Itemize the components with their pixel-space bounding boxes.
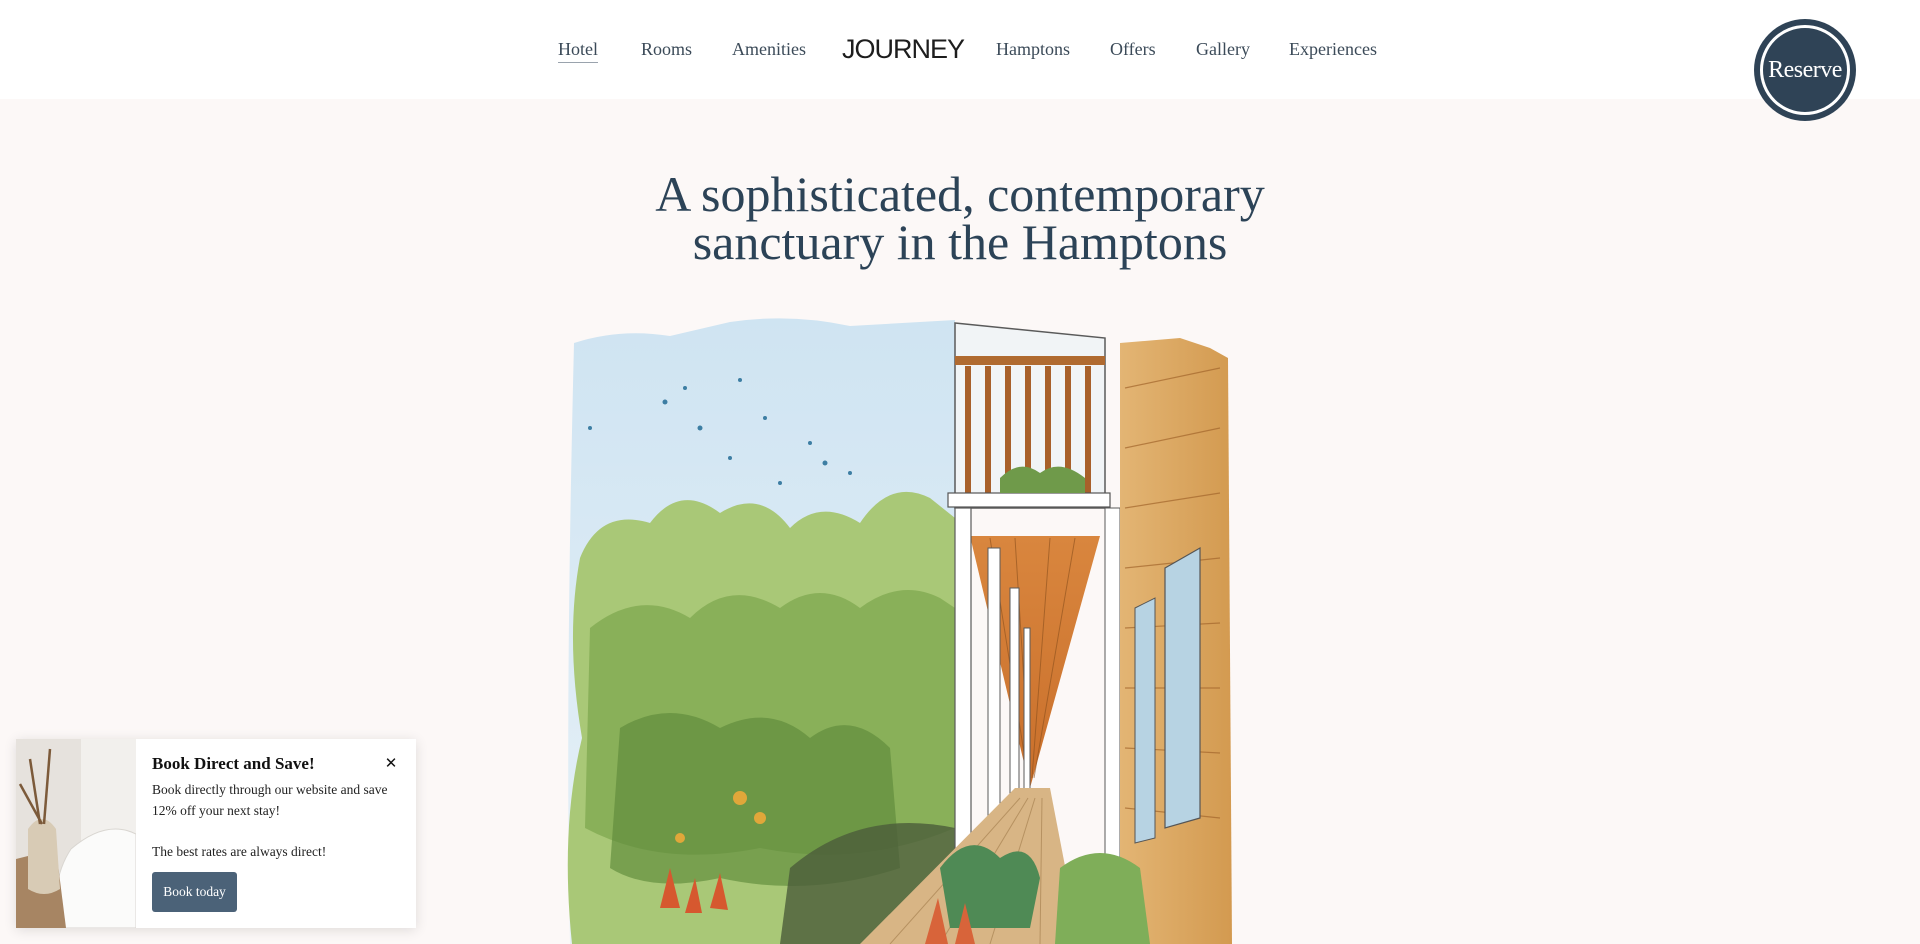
nav-hotel[interactable]: Hotel xyxy=(558,36,598,63)
book-direct-popup: Book Direct and Save! ✕ Book directly th… xyxy=(16,739,416,928)
hero-title-line2: sanctuary in the Hamptons xyxy=(692,214,1228,270)
book-today-button[interactable]: Book today xyxy=(152,872,237,912)
journey-logo[interactable]: JOURNEY xyxy=(842,34,965,64)
popup-body-text: Book directly through our website and sa… xyxy=(152,782,388,818)
nav-rooms[interactable]: Rooms xyxy=(641,36,692,62)
popup-title: Book Direct and Save! xyxy=(152,754,315,773)
nav-gallery[interactable]: Gallery xyxy=(1196,36,1250,62)
site-header: Hotel Rooms Amenities JOURNEY Hamptons O… xyxy=(0,0,1920,99)
close-icon[interactable]: ✕ xyxy=(381,753,401,773)
reserve-label: Reserve xyxy=(1768,57,1842,83)
hero-title: A sophisticated, contemporary sanctuary … xyxy=(560,169,1360,267)
nav-hamptons[interactable]: Hamptons xyxy=(996,36,1070,62)
popup-body-note: The best rates are always direct! xyxy=(152,844,327,859)
nav-amenities[interactable]: Amenities xyxy=(732,36,806,62)
reserve-button[interactable]: Reserve xyxy=(1754,19,1856,121)
nav-experiences[interactable]: Experiences xyxy=(1289,36,1377,62)
popup-bedroom-image xyxy=(16,739,136,928)
nav-offers[interactable]: Offers xyxy=(1110,36,1156,62)
hero-watercolor-illustration xyxy=(567,318,1232,944)
